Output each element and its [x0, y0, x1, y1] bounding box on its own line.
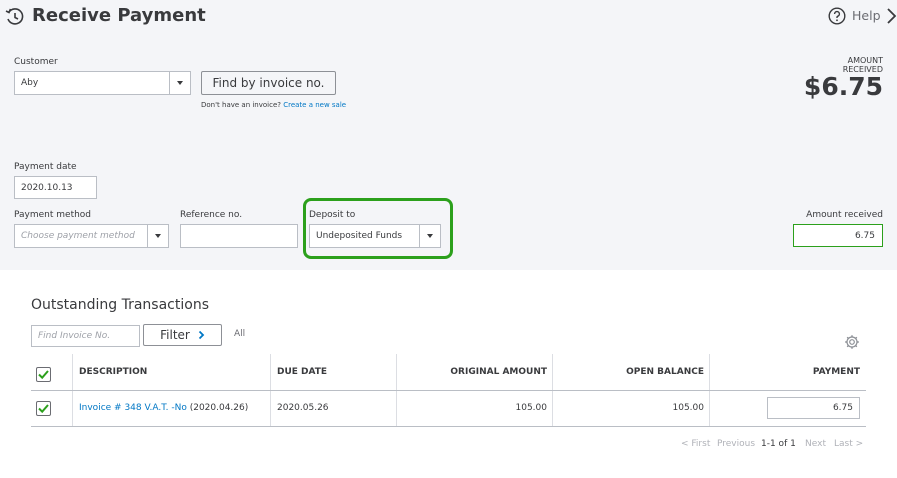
customer-dropdown-button[interactable] [169, 72, 190, 94]
pagination-previous[interactable]: Previous [717, 439, 755, 449]
filter-all-label: All [234, 329, 246, 339]
payment-method-dropdown-button[interactable] [147, 225, 168, 247]
table-bottom-border [31, 426, 866, 427]
history-icon[interactable] [4, 6, 26, 28]
row-payment-input[interactable]: 6.75 [767, 397, 860, 419]
customer-label: Customer [14, 57, 58, 67]
row-open-balance: 105.00 [672, 403, 705, 413]
payment-date-field[interactable]: 2020.10.13 [14, 176, 97, 199]
page-title: Receive Payment [32, 5, 206, 26]
select-all-checkbox[interactable] [36, 367, 51, 382]
invoice-search-input[interactable]: Find Invoice No. [31, 325, 140, 347]
find-by-invoice-button[interactable]: Find by invoice no. [201, 71, 336, 95]
close-icon[interactable] [886, 7, 897, 25]
column-header-original-amount[interactable]: ORIGINAL AMOUNT [396, 367, 547, 377]
help-link[interactable]: Help [852, 8, 881, 23]
amount-received-label: Amount received [806, 210, 883, 220]
invoice-date: (2020.04.26) [186, 403, 249, 413]
deposit-to-highlight [303, 198, 453, 259]
outstanding-transactions-title: Outstanding Transactions [31, 297, 209, 313]
gear-icon[interactable] [844, 334, 860, 350]
row-description: Invoice # 348 V.A.T. -No (2020.04.26) [79, 403, 248, 413]
filter-label: Filter [160, 328, 190, 342]
column-header-payment[interactable]: PAYMENT [709, 367, 860, 377]
column-header-description[interactable]: DESCRIPTION [79, 367, 147, 377]
chevron-down-icon [155, 234, 161, 238]
create-sale-hint: Don't have an invoice? Create a new sale [201, 101, 346, 109]
invoice-link[interactable]: Invoice # 348 V.A.T. -No [79, 403, 187, 413]
customer-value: Aby [21, 78, 39, 88]
payment-method-select[interactable]: Choose payment method [14, 224, 169, 248]
column-header-open-balance[interactable]: OPEN BALANCE [552, 367, 704, 377]
reference-label: Reference no. [180, 210, 243, 220]
column-header-due-date[interactable]: DUE DATE [277, 367, 327, 377]
pagination-next[interactable]: Next [805, 439, 826, 449]
amount-caption-line1: AMOUNT [847, 56, 883, 65]
payment-date-label: Payment date [14, 162, 77, 172]
payment-method-label: Payment method [14, 210, 92, 220]
pagination-range: 1-1 of 1 [761, 439, 796, 449]
payment-method-placeholder: Choose payment method [21, 231, 135, 241]
amount-received-total: $6.75 [803, 72, 883, 101]
pagination-first[interactable]: < First [681, 439, 710, 449]
help-icon[interactable] [828, 7, 846, 25]
table-header-divider [31, 390, 866, 391]
pagination-last[interactable]: Last > [834, 439, 863, 449]
row-checkbox[interactable] [36, 401, 51, 416]
reference-input[interactable] [180, 224, 298, 248]
customer-select[interactable]: Aby [14, 71, 191, 95]
row-due-date: 2020.05.26 [277, 403, 329, 413]
chevron-down-icon [177, 81, 183, 85]
create-new-sale-link[interactable]: Create a new sale [283, 101, 346, 109]
filter-button[interactable]: Filter [143, 324, 222, 346]
invoice-search-placeholder: Find Invoice No. [38, 331, 111, 341]
row-original-amount: 105.00 [515, 403, 548, 413]
amount-received-input[interactable]: 6.75 [793, 224, 883, 247]
chevron-right-icon [198, 330, 205, 340]
no-invoice-text: Don't have an invoice? [201, 101, 281, 109]
